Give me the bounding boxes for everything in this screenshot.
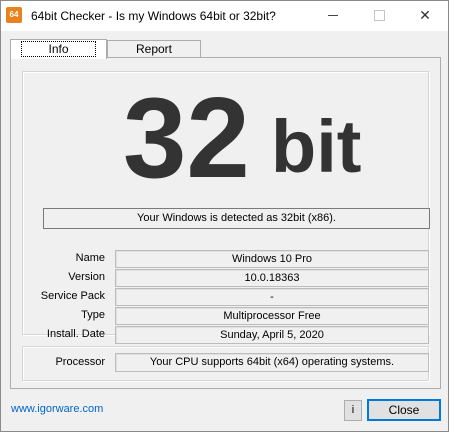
window-close-button[interactable]: ✕ [402,1,448,31]
close-button[interactable]: Close [367,399,441,421]
install-date-label: Install. Date [46,328,105,340]
version-label: Version [68,271,105,283]
maximize-button[interactable] [356,1,402,31]
type-label: Type [81,309,105,321]
service-pack-label: Service Pack [40,290,105,302]
tab-info[interactable]: Info [10,39,107,59]
version-value: 10.0.18363 [115,269,429,287]
processor-value: Your CPU supports 64bit (x64) operating … [115,353,429,372]
website-link[interactable]: www.igorware.com [11,403,103,415]
about-button[interactable]: i [344,400,362,421]
name-value: Windows 10 Pro [115,250,429,268]
bitness-number: 32 [123,75,250,202]
type-value: Multiprocessor Free [115,307,429,325]
maximize-icon [374,10,385,21]
app-window: 64 64bit Checker - Is my Windows 64bit o… [0,0,449,432]
tab-report[interactable]: Report [107,40,201,57]
title-bar[interactable]: 64 64bit Checker - Is my Windows 64bit o… [1,1,448,31]
bitness-unit: bit [271,105,362,188]
minimize-icon [328,15,338,16]
name-label: Name [75,252,105,264]
tab-report-label: Report [135,42,173,56]
processor-group: Processor Your CPU supports 64bit (x64) … [22,346,429,381]
info-panel: 32 bit Your Windows is detected as 32bit… [10,57,441,389]
service-pack-value: - [115,288,429,306]
minimize-button[interactable] [310,1,356,31]
install-date-value: Sunday, April 5, 2020 [115,326,429,344]
window-title: 64bit Checker - Is my Windows 64bit or 3… [31,9,276,23]
close-icon: ✕ [419,7,431,23]
result-group: 32 bit Your Windows is detected as 32bit… [22,71,430,344]
app-logo-icon: 64 [6,7,22,23]
processor-label: Processor [55,356,105,368]
detected-status: Your Windows is detected as 32bit (x86). [43,208,430,229]
tab-info-label: Info [21,41,96,57]
